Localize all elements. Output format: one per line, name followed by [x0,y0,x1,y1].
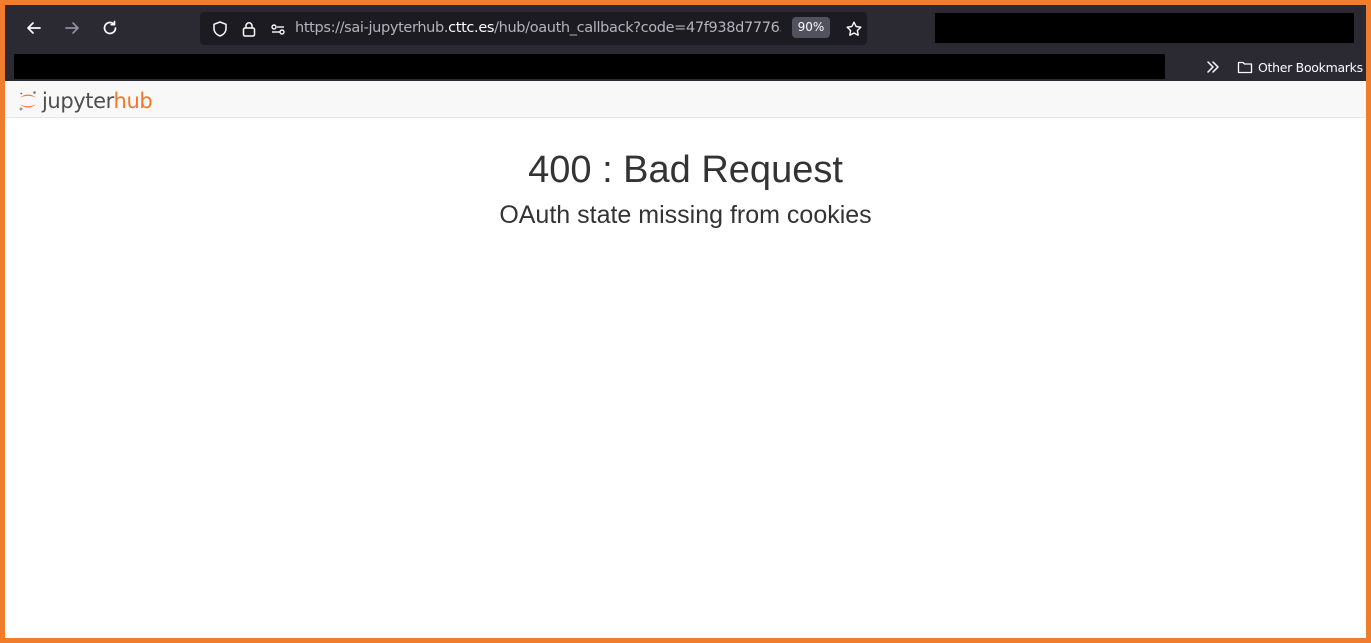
jupyter-logo-icon [19,91,36,111]
forward-button[interactable] [60,16,84,40]
forward-arrow-icon [65,22,79,34]
jupyterhub-wordmark: jupyterhub [42,89,153,113]
other-bookmarks-label: Other Bookmarks [1258,59,1363,75]
url-text[interactable]: https://sai-jupyterhub.cttc.es/hub/oauth… [295,20,781,38]
logo-text-jupyter: jupyter [42,89,114,113]
jupyterhub-logo[interactable]: jupyterhub [18,89,153,113]
star-icon[interactable] [845,20,863,38]
redacted-bookmarks [14,54,1165,79]
window-frame: https://sai-jupyterhub.cttc.es/hub/oauth… [0,0,1371,643]
url-path: /hub/oauth_callback?code=47f938d77765601… [494,20,781,36]
browser-toolbar: https://sai-jupyterhub.cttc.es/hub/oauth… [5,5,1366,52]
url-prefix: https://sai-jupyterhub. [295,20,449,36]
jupyterhub-navbar: jupyterhub [5,81,1366,118]
address-bar[interactable]: https://sai-jupyterhub.cttc.es/hub/oauth… [200,12,867,45]
chevrons-right-icon[interactable] [1204,58,1222,76]
error-message: OAuth state missing from cookies [499,201,872,229]
back-button[interactable] [22,16,46,40]
permissions-icon[interactable] [269,20,287,38]
redacted-area [935,13,1354,43]
url-host: cttc.es [448,20,495,36]
back-arrow-icon [27,22,41,34]
folder-icon [1237,61,1253,74]
error-content: 400 : Bad Request OAuth state missing fr… [5,118,1366,230]
zoom-level-badge[interactable]: 90% [792,17,830,38]
bookmarks-toolbar: Other Bookmarks [5,52,1366,81]
shield-icon[interactable] [211,20,229,38]
lock-icon[interactable] [240,20,258,38]
reload-icon [103,20,117,35]
other-bookmarks-button[interactable]: Other Bookmarks [1237,57,1363,77]
reload-button[interactable] [98,16,122,40]
error-title: 400 : Bad Request [528,149,843,191]
logo-text-hub: hub [113,89,153,113]
